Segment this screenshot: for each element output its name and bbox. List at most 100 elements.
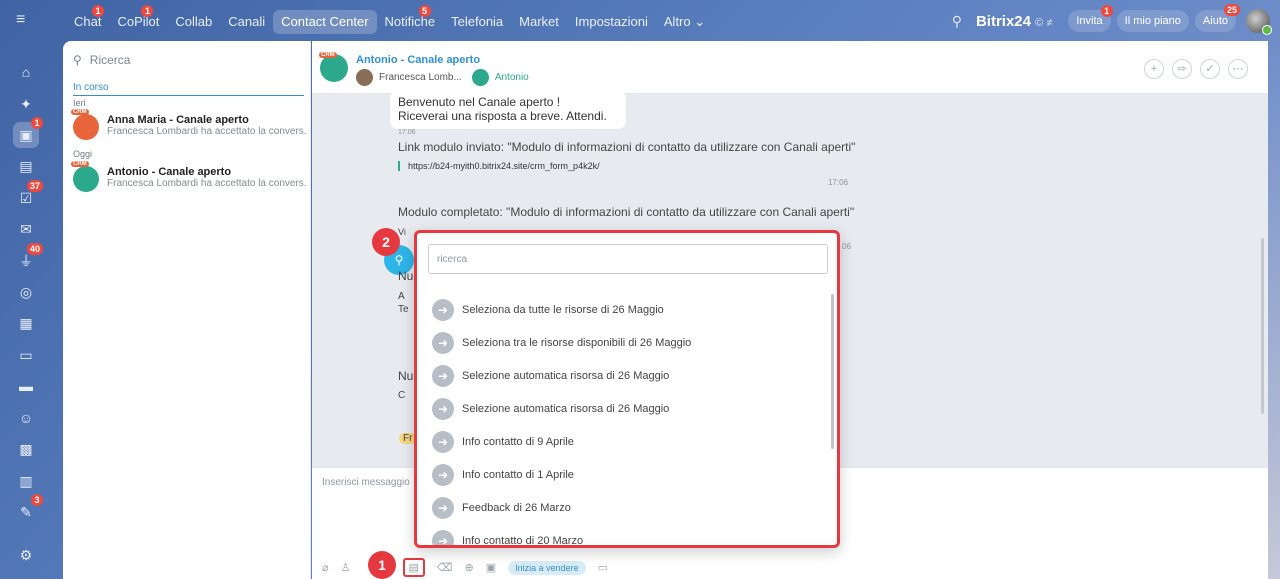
item-label: Info contatto di 20 Marzo xyxy=(462,534,584,547)
forms-icon[interactable]: ▤ xyxy=(402,558,425,577)
conversation-search[interactable]: ⚲ Ricerca xyxy=(73,53,130,67)
client-name[interactable]: Antonio xyxy=(495,72,529,83)
user-avatar[interactable] xyxy=(1246,9,1272,35)
users-icon[interactable]: ☺ xyxy=(13,405,39,431)
top-right: ⚲ Bitrix24 © ≠ Invita 1 Il mio piano Aiut… xyxy=(952,4,1272,35)
list-item[interactable]: ➜ Info contatto di 20 Marzo xyxy=(428,524,824,547)
item-label: Info contatto di 9 Aprile xyxy=(462,435,574,448)
arrow-right-icon: ➜ xyxy=(432,397,454,420)
menu-icon[interactable]: ≡ xyxy=(16,12,34,28)
attach-icon[interactable]: ⌀ xyxy=(322,561,329,574)
invite-button[interactable]: Invita 1 xyxy=(1068,5,1113,32)
tab-copilot[interactable]: CoPilot 1 xyxy=(109,5,167,34)
tab-impostazioni[interactable]: Impostazioni xyxy=(567,10,656,34)
window-icon[interactable]: ▭ xyxy=(598,561,608,574)
contact-icon[interactable]: ♙ xyxy=(341,561,351,574)
form-completed-message: Modulo completato: "Modulo di informazio… xyxy=(398,205,855,219)
client-avatar xyxy=(471,69,489,86)
tab-notifiche[interactable]: Notifiche 5 xyxy=(377,5,444,34)
tab-altro[interactable]: Altro ⌄ xyxy=(656,10,713,34)
popup-search-input[interactable]: ricerca xyxy=(428,244,828,274)
copilot-icon[interactable]: ✦ xyxy=(13,91,39,117)
message-time: 06 xyxy=(842,242,851,251)
list-item[interactable]: ➜ Feedback di 26 Marzo xyxy=(428,491,824,524)
card-icon[interactable]: ▬ xyxy=(13,373,39,399)
conversation-preview: Francesca Lombardi ha accettato la conve… xyxy=(107,178,307,189)
tab-label: Collab xyxy=(175,14,213,29)
popup-scrollbar[interactable] xyxy=(831,294,834,449)
list-item[interactable]: ➜ Seleziona da tutte le risorse di 26 Mag… xyxy=(428,293,824,326)
list-item[interactable]: ➜ Info contatto di 1 Aprile xyxy=(428,458,824,491)
feed-icon[interactable]: ▤ xyxy=(13,153,39,179)
funnel-badge: 40 xyxy=(26,243,43,255)
upload-icon[interactable]: ⊕ xyxy=(464,561,473,574)
notes-badge: 3 xyxy=(31,494,43,506)
tab-label: Contact Center xyxy=(281,14,369,29)
callout-1: 1 xyxy=(368,551,396,579)
more-icon[interactable]: ⋯ xyxy=(1228,59,1248,79)
list-item[interactable]: CRM Anna Maria - Canale aperto Francesca … xyxy=(71,109,308,142)
document-icon[interactable]: ▭ xyxy=(13,342,39,368)
form-link[interactable]: https://b24-myith0.bitrix24.site/crm_for… xyxy=(398,161,600,171)
tab-chat[interactable]: Chat 1 xyxy=(66,5,109,34)
plan-button[interactable]: Il mio piano xyxy=(1116,10,1189,32)
settings-icon[interactable]: ⚙ xyxy=(13,542,39,568)
arrow-right-icon: ➜ xyxy=(432,331,454,354)
tab-market[interactable]: Market xyxy=(511,10,567,34)
forms-popup: ricerca ➜ Seleziona da tutte le risorse d… xyxy=(414,230,840,548)
help-button[interactable]: Aiuto 25 xyxy=(1194,4,1240,32)
mail-icon[interactable]: ✉ xyxy=(13,216,39,242)
arrow-right-icon: ➜ xyxy=(432,463,454,486)
calendar-icon[interactable]: ▦ xyxy=(13,310,39,336)
list-item[interactable]: ➜ Info contatto di 9 Aprile xyxy=(428,425,824,458)
chat-icon[interactable]: ▣ 1 xyxy=(13,117,43,148)
eraser-icon[interactable]: ⌫ xyxy=(437,561,453,574)
operator-name[interactable]: Francesca Lomb... xyxy=(379,72,462,83)
chat-actions: + ⇨ ✓ ⋯ xyxy=(1144,59,1248,79)
popup-list: ➜ Seleziona da tutte le risorse di 26 Mag… xyxy=(428,293,824,547)
tab-canali[interactable]: Canali xyxy=(220,10,273,34)
chat-scrollbar[interactable] xyxy=(1261,238,1264,414)
chat-title[interactable]: Antonio - Canale aperto xyxy=(356,54,480,66)
invite-badge: 1 xyxy=(1100,5,1113,17)
tab-telefonia[interactable]: Telefonia xyxy=(443,10,511,34)
tasks-icon[interactable]: ☑ 37 xyxy=(13,180,43,211)
search-icon[interactable]: ⚲ xyxy=(952,13,962,30)
help-badge: 25 xyxy=(1223,4,1240,16)
section-in-progress: In corso xyxy=(73,82,304,96)
left-sidebar: ⌂ ✦ ▣ 1 ▤ ☑ 37 ✉ ⏚ 40 ◎ ▦ ▭ ▬ ☺ ▩ ▥ ✎ 3 ⚙ xyxy=(0,44,52,579)
list-item[interactable]: ➜ Selezione automatica risorsa di 26 Magg… xyxy=(428,392,824,425)
arrow-right-icon: ➜ xyxy=(432,430,454,453)
funnel-icon[interactable]: ⏚ 40 xyxy=(13,243,43,274)
partial-text: Vi xyxy=(398,227,406,237)
schedule-icon[interactable]: ▥ xyxy=(13,468,39,494)
brand-logo: Bitrix24 © ≠ xyxy=(976,13,1052,30)
tab-label: Telefonia xyxy=(451,14,504,29)
document-add-icon[interactable]: ▣ xyxy=(486,561,496,574)
partial-text: Te xyxy=(398,304,409,315)
tab-collab[interactable]: Collab xyxy=(167,10,220,34)
list-item[interactable]: ➜ Selezione automatica risorsa di 26 Magg… xyxy=(428,359,824,392)
list-item[interactable]: ➜ Seleziona tra le risorse disponibili di… xyxy=(428,326,824,359)
list-item[interactable]: CRM Antonio - Canale aperto Francesca Lom… xyxy=(71,161,308,194)
welcome-message: Benvenuto nel Canale aperto ! Riceverai … xyxy=(390,91,626,136)
tab-contact-center[interactable]: Contact Center xyxy=(273,10,377,34)
board-icon[interactable]: ▩ xyxy=(13,436,39,462)
notes-icon[interactable]: ✎ 3 xyxy=(13,494,43,525)
target-icon[interactable]: ◎ xyxy=(13,279,39,305)
chat-badge: 1 xyxy=(31,117,43,129)
partial-text: A xyxy=(398,291,405,302)
conversation-title: Antonio - Canale aperto xyxy=(107,166,232,178)
item-label: Info contatto di 1 Aprile xyxy=(462,468,574,481)
avatar: CRM xyxy=(71,109,99,140)
item-label: Feedback di 26 Marzo xyxy=(462,501,571,514)
home-icon[interactable]: ⌂ xyxy=(13,59,39,85)
forward-icon[interactable]: ⇨ xyxy=(1172,59,1192,79)
add-icon[interactable]: + xyxy=(1144,59,1164,79)
invite-label: Invita xyxy=(1076,15,1103,27)
tab-label: Impostazioni xyxy=(574,14,648,29)
conversation-title: Anna Maria - Canale aperto xyxy=(107,114,249,126)
check-icon[interactable]: ✓ xyxy=(1200,59,1220,79)
start-selling-button[interactable]: Inizia a vendere xyxy=(508,560,586,575)
welcome-line: Riceverai una risposta a breve. Attendi. xyxy=(398,109,607,123)
